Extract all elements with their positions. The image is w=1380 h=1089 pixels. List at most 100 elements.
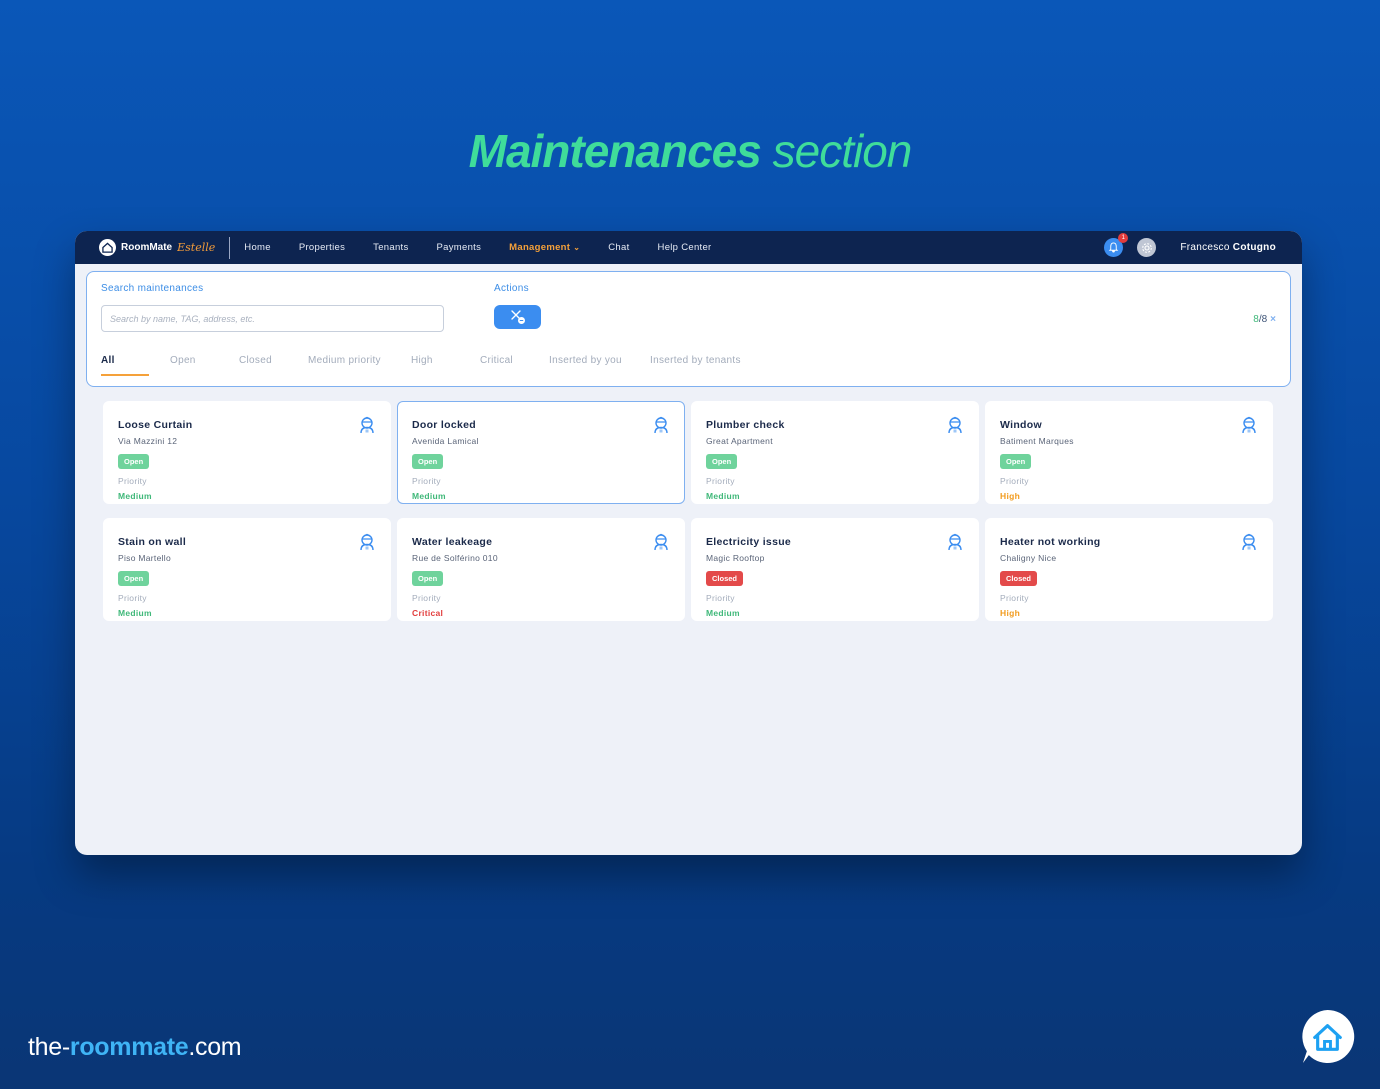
maintenance-worker-icon[interactable]	[1240, 416, 1258, 434]
status-badge: Open	[412, 571, 444, 586]
footer-url: the-roommate.com	[28, 1033, 242, 1062]
maintenance-card[interactable]: Door locked Avenida Lamical Open Priorit…	[397, 401, 685, 504]
nav-item-label: Tenants	[373, 242, 409, 253]
card-title: Window	[1000, 419, 1042, 431]
maintenance-card[interactable]: Stain on wall Piso Martello Open Priorit…	[103, 518, 391, 621]
tab-inserted-by-you[interactable]: Inserted by you	[549, 355, 622, 374]
maintenance-worker-icon[interactable]	[652, 416, 670, 434]
search-label: Search maintenances	[101, 283, 204, 294]
priority-value: High	[1000, 491, 1021, 501]
maintenance-card[interactable]: Window Batiment Marques Open Priority Hi…	[985, 401, 1273, 504]
priority-value: Medium	[118, 608, 152, 618]
nav-item-payments[interactable]: Payments	[437, 242, 482, 253]
user-menu[interactable]: Francesco Cotugno	[1180, 242, 1276, 253]
roommate-logo-icon	[1302, 1009, 1355, 1064]
tab-critical[interactable]: Critical	[480, 355, 513, 374]
search-input[interactable]	[101, 305, 444, 332]
clear-filters-button[interactable]: ×	[1270, 314, 1276, 325]
card-title: Plumber check	[706, 419, 785, 431]
card-address: Piso Martello	[118, 553, 172, 563]
main-nav: Home Properties Tenants Payments Management ⌄…	[244, 242, 711, 253]
card-address: Chaligny Nice	[1000, 553, 1057, 563]
priority-label: Priority	[706, 593, 735, 603]
card-address: Great Apartment	[706, 436, 773, 446]
footer-url-brand: roommate	[69, 1033, 189, 1061]
priority-value: Medium	[706, 608, 740, 618]
priority-value: High	[1000, 608, 1021, 618]
maintenance-card[interactable]: Water leakeage Rue de Solférino 010 Open…	[397, 518, 685, 621]
tab-all[interactable]: All	[101, 355, 149, 376]
status-badge: Open	[412, 454, 444, 469]
card-title: Door locked	[412, 419, 476, 431]
card-title: Water leakeage	[412, 536, 493, 548]
nav-item-label: Payments	[436, 242, 482, 253]
maintenance-card[interactable]: Loose Curtain Via Mazzini 12 Open Priori…	[103, 401, 391, 504]
maintenance-worker-icon[interactable]	[358, 416, 376, 434]
nav-item-chat[interactable]: Chat	[608, 242, 629, 253]
tab-closed[interactable]: Closed	[239, 355, 272, 374]
brand-sub: Estelle	[177, 241, 216, 254]
nav-item-label: Help Center	[657, 242, 712, 253]
brand-name: RoomMate	[121, 242, 173, 253]
footer-url-prefix: the-	[28, 1033, 70, 1061]
status-badge: Open	[118, 571, 150, 586]
gear-icon	[1141, 242, 1152, 253]
status-badge: Open	[1000, 454, 1032, 469]
notification-count-badge: 1	[1118, 233, 1129, 243]
results-counter: 8/8 ×	[1253, 314, 1276, 325]
nav-item-help-center[interactable]: Help Center	[658, 242, 712, 253]
status-badge: Open	[118, 454, 150, 469]
card-address: Rue de Solférino 010	[412, 553, 498, 563]
priority-label: Priority	[706, 476, 735, 486]
priority-label: Priority	[118, 476, 147, 486]
house-logo-icon	[99, 239, 116, 256]
filter-tabs: All Open Closed Medium priority High Critical…	[101, 350, 760, 376]
maintenance-card[interactable]: Electricity issue Magic Rooftop Closed P…	[691, 518, 979, 621]
nav-item-tenants[interactable]: Tenants	[373, 242, 408, 253]
hero-title-bold: Maintenances	[468, 125, 762, 177]
maintenance-cards-grid: Loose Curtain Via Mazzini 12 Open Priori…	[103, 401, 1273, 621]
nav-item-label: Management	[509, 242, 571, 253]
card-address: Via Mazzini 12	[118, 436, 178, 446]
card-address: Avenida Lamical	[412, 436, 479, 446]
tab-medium-priority[interactable]: Medium priority	[308, 355, 381, 374]
priority-label: Priority	[412, 593, 441, 603]
tools-icon	[510, 310, 525, 324]
maintenance-worker-icon[interactable]	[946, 533, 964, 551]
maintenance-card[interactable]: Plumber check Great Apartment Open Prior…	[691, 401, 979, 504]
priority-value: Medium	[706, 491, 740, 501]
priority-label: Priority	[1000, 476, 1029, 486]
status-badge: Closed	[706, 571, 744, 586]
tab-high[interactable]: High	[411, 355, 433, 374]
priority-value: Medium	[412, 491, 446, 501]
counter-total: /8	[1258, 314, 1268, 325]
add-maintenance-button[interactable]	[494, 305, 541, 329]
nav-item-properties[interactable]: Properties	[299, 242, 345, 253]
footer-url-suffix: .com	[188, 1033, 242, 1061]
tab-open[interactable]: Open	[170, 355, 196, 374]
card-title: Electricity issue	[706, 536, 792, 548]
maintenance-card[interactable]: Heater not working Chaligny Nice Closed …	[985, 518, 1273, 621]
actions-label: Actions	[494, 283, 529, 294]
nav-item-home[interactable]: Home	[244, 242, 271, 253]
search-panel: Search maintenances Actions 8/8× All Open…	[86, 271, 1291, 387]
priority-value: Critical	[412, 608, 444, 618]
maintenance-worker-icon[interactable]	[1240, 533, 1258, 551]
chevron-down-icon: ⌄	[573, 243, 581, 252]
priority-value: Medium	[118, 491, 152, 501]
tab-inserted-by-tenants[interactable]: Inserted by tenants	[650, 355, 741, 374]
notifications-button[interactable]: 1	[1104, 233, 1129, 257]
user-last-name: Cotugno	[1232, 242, 1276, 253]
status-badge: Open	[706, 454, 738, 469]
nav-item-label: Properties	[298, 242, 346, 253]
card-title: Heater not working	[1000, 536, 1101, 548]
nav-item-management[interactable]: Management ⌄	[509, 242, 580, 253]
top-navbar: RoomMate Estelle Home Properties Tenants Pa…	[75, 231, 1302, 264]
card-title: Stain on wall	[118, 536, 187, 548]
app-logo[interactable]: RoomMate Estelle	[99, 236, 231, 259]
maintenance-worker-icon[interactable]	[652, 533, 670, 551]
maintenance-worker-icon[interactable]	[946, 416, 964, 434]
settings-button[interactable]	[1137, 238, 1157, 257]
maintenance-worker-icon[interactable]	[358, 533, 376, 551]
user-first-name: Francesco	[1180, 242, 1230, 253]
